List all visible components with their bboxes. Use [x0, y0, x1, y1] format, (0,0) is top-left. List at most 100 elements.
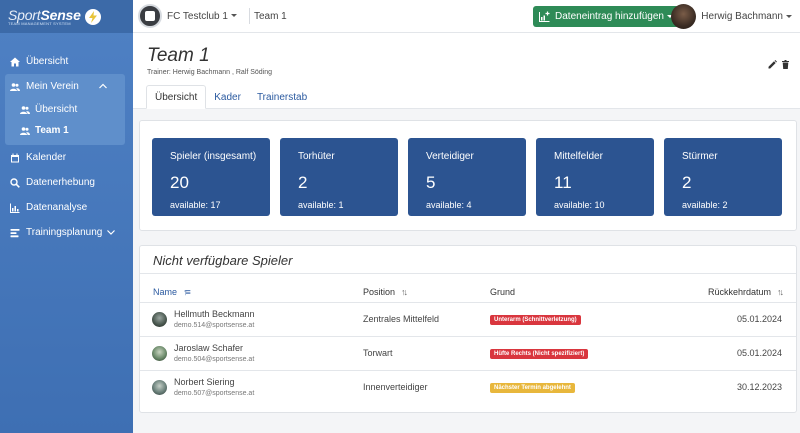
- sidebar-subitem-team-1[interactable]: Team 1: [5, 120, 125, 141]
- player-position: Zentrales Mittelfeld: [363, 302, 490, 337]
- add-data-entry-button[interactable]: Dateneintrag hinzufügen: [533, 6, 679, 27]
- stat-label: Spieler (insgesamt): [170, 151, 257, 162]
- header-actions: [768, 60, 790, 69]
- table-header-row: Name ↑≡ Position ↑↓ Grund Rückkehrdatum ↑↓: [140, 282, 796, 303]
- stat-label: Mittelfelder: [554, 151, 603, 162]
- stat-tile-mittelfelder[interactable]: Mittelfelder 11 available: 10: [536, 138, 654, 216]
- sidebar-item-label: Übersicht: [26, 56, 69, 67]
- stat-value: 5: [426, 173, 436, 192]
- caret-down-icon: [786, 15, 792, 18]
- calendar-icon: [11, 153, 19, 162]
- topbar: FC Testclub 1 Team 1 Dateneintrag hinzuf…: [133, 0, 800, 33]
- user-name: Herwig Bachmann: [701, 11, 783, 22]
- reason-badge: Nächster Termin abgelehnt: [490, 383, 575, 394]
- stat-tile-stuermer[interactable]: Stürmer 2 available: 2: [664, 138, 782, 216]
- stats-card: Spieler (insgesamt) 20 available: 17 Tor…: [139, 120, 797, 231]
- stat-available: available: 4: [426, 200, 472, 210]
- edit-icon[interactable]: [768, 60, 777, 69]
- club-crest-icon: [145, 11, 155, 21]
- sidebar-item-label: Datenerhebung: [26, 177, 95, 188]
- stat-tile-spieler[interactable]: Spieler (insgesamt) 20 available: 17: [152, 138, 270, 216]
- brand-logo[interactable]: SportSense TEAM MANAGEMENT SYSTEM: [0, 0, 133, 33]
- sort-asc-icon: ↑≡: [183, 286, 191, 297]
- sidebar-item-label: Trainingsplanung: [26, 227, 103, 238]
- caret-down-icon: [230, 14, 237, 18]
- return-date: 30.12.2023: [736, 382, 782, 393]
- player-cell[interactable]: Hellmuth Beckmann demo.514@sportsense.at: [140, 309, 363, 329]
- player-cell[interactable]: Norbert Siering demo.507@sportsense.at: [140, 377, 363, 397]
- tab-bar: Übersicht Kader Trainerstab: [146, 85, 315, 109]
- player-avatar: [152, 311, 167, 327]
- sidebar-item-trainingsplanung[interactable]: Trainingsplanung: [0, 220, 133, 245]
- stat-value: 11: [554, 173, 572, 192]
- table-row[interactable]: Hellmuth Beckmann demo.514@sportsense.at…: [140, 302, 796, 337]
- sidebar-item-label: Datenanalyse: [26, 202, 88, 213]
- table-row[interactable]: Norbert Siering demo.507@sportsense.at I…: [140, 370, 796, 404]
- user-menu[interactable]: Herwig Bachmann: [671, 4, 792, 29]
- player-avatar: [152, 379, 167, 395]
- player-cell[interactable]: Jaroslaw Schafer demo.504@sportsense.at: [140, 343, 363, 363]
- column-header-rueckkehrdatum[interactable]: Rückkehrdatum ↑↓: [660, 282, 796, 303]
- sidebar-item-datenerhebung[interactable]: Datenerhebung: [0, 170, 133, 195]
- column-header-position[interactable]: Position ↑↓: [363, 282, 490, 303]
- sidebar-item-uebersicht[interactable]: Übersicht: [0, 49, 133, 74]
- tab-uebersicht[interactable]: Übersicht: [146, 85, 207, 109]
- column-header-name[interactable]: Name ↑≡: [140, 282, 363, 303]
- users-icon: [10, 82, 20, 91]
- return-date: 05.01.2024: [660, 336, 796, 371]
- column-header-label: Position: [363, 286, 396, 297]
- sort-icon: ↑↓: [401, 286, 408, 297]
- trash-icon[interactable]: [781, 60, 790, 69]
- stat-value: 2: [682, 173, 692, 192]
- reason-badge: Hüfte Rechts (Nicht spezifiziert): [490, 349, 589, 359]
- users-icon: [20, 105, 30, 114]
- chevron-up-icon: [99, 83, 107, 89]
- tab-kader[interactable]: Kader: [206, 85, 249, 109]
- users-icon: [20, 126, 30, 135]
- bars-icon: [10, 228, 20, 237]
- player-name: Jaroslaw Schafer: [174, 343, 244, 353]
- chart-icon: [10, 203, 20, 213]
- stat-tile-verteidiger[interactable]: Verteidiger 5 available: 4: [408, 138, 526, 216]
- sort-icon: ↑↓: [777, 286, 784, 297]
- add-data-entry-label: Dateneintrag hinzufügen: [555, 11, 664, 22]
- team-breadcrumb[interactable]: Team 1: [254, 11, 287, 22]
- stat-available: available: 17: [170, 200, 221, 210]
- sidebar-group-mein-verein: Mein Verein Übersicht Team 1: [5, 74, 125, 145]
- sidebar-item-mein-verein[interactable]: Mein Verein: [5, 74, 125, 99]
- sidebar-item-kalender[interactable]: Kalender: [0, 145, 133, 170]
- sidebar-item-label: Mein Verein: [26, 81, 79, 92]
- sidebar-subitem-label: Übersicht: [35, 104, 78, 115]
- club-avatar[interactable]: [138, 4, 162, 28]
- player-position: Torwart: [363, 336, 490, 371]
- sidebar-item-datenanalyse[interactable]: Datenanalyse: [0, 195, 133, 220]
- stat-available: available: 2: [682, 200, 728, 210]
- topbar-divider: [248, 8, 250, 24]
- tab-trainerstab[interactable]: Trainerstab: [249, 85, 315, 109]
- search-icon: [10, 177, 20, 188]
- lightning-logo-icon: [84, 8, 101, 25]
- club-selector[interactable]: FC Testclub 1: [167, 11, 237, 22]
- reason-badge: Unterarm (Schnittverletzung): [490, 315, 581, 325]
- return-date: 05.01.2024: [660, 302, 796, 337]
- club-name: FC Testclub 1: [167, 10, 228, 22]
- stat-label: Stürmer: [682, 151, 718, 162]
- page-header: Team 1 Trainer: Herwig Bachmann , Ralf S…: [133, 33, 800, 109]
- table-row[interactable]: Jaroslaw Schafer demo.504@sportsense.at …: [140, 336, 796, 371]
- home-icon: [10, 57, 20, 66]
- player-position: Innenverteidiger: [363, 382, 428, 393]
- unavailable-players-table: Name ↑≡ Position ↑↓ Grund Rückkehrdatum ↑↓ …: [140, 282, 796, 404]
- stat-label: Torhüter: [298, 151, 335, 162]
- stat-tile-torhueter[interactable]: Torhüter 2 available: 1: [280, 138, 398, 216]
- player-name: Norbert Siering: [174, 377, 235, 388]
- stat-available: available: 10: [554, 200, 605, 210]
- chevron-down-icon: [107, 230, 115, 235]
- column-header-label: Grund: [490, 286, 516, 297]
- column-header-label: Rückkehrdatum: [707, 286, 771, 297]
- page-title: Team 1: [147, 45, 210, 66]
- main-content: Team 1 Trainer: Herwig Bachmann , Ralf S…: [133, 33, 800, 433]
- sidebar-subitem-label: Team 1: [35, 125, 69, 136]
- player-email: demo.507@sportsense.at: [174, 390, 255, 398]
- column-header-label: Name: [153, 286, 178, 297]
- sidebar-subitem-uebersicht[interactable]: Übersicht: [5, 99, 125, 120]
